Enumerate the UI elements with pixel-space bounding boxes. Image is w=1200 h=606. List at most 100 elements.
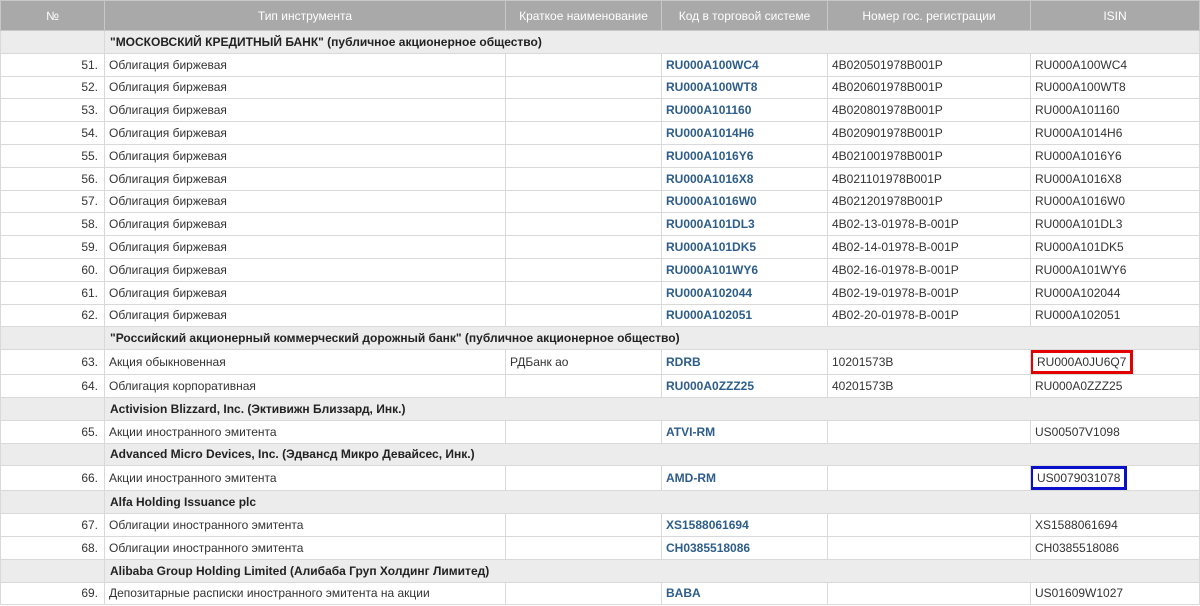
row-number: 62. <box>0 303 105 328</box>
table-row: 60. Облигация биржевая RU000A101WY6 4B02-16… <box>0 257 1200 282</box>
issuer-name: "Российский акционерный коммерческий дор… <box>104 326 1200 351</box>
trading-code-cell: RU000A1016X8 <box>661 166 828 191</box>
trading-code-link[interactable]: RDRB <box>666 355 701 369</box>
instrument-type: Облигации иностранного эмитента <box>104 535 506 560</box>
table-row: 64. Облигация корпоративная RU000A0ZZZ25 40… <box>0 374 1200 398</box>
trading-code-link[interactable]: RU000A1016Y6 <box>666 149 753 163</box>
row-number: 66. <box>0 465 105 492</box>
row-number: 59. <box>0 235 105 259</box>
trading-code-link[interactable]: RU000A100WC4 <box>666 58 759 72</box>
table-row: 68. Облигации иностранного эмитента CH0385… <box>0 535 1200 560</box>
trading-code-cell: RU000A101160 <box>661 98 828 123</box>
group-spacer-cell <box>0 558 105 583</box>
trading-code-link[interactable]: CH0385518086 <box>666 541 750 555</box>
instrument-type: Облигация биржевая <box>104 166 506 191</box>
isin-cell: RU000A0JU6Q7 <box>1030 349 1200 376</box>
trading-code-link[interactable]: RU000A1014H6 <box>666 126 754 140</box>
short-name <box>505 257 662 282</box>
column-header-num: № <box>0 0 105 31</box>
registration-number: 4B02-19-01978-B-001P <box>827 280 1031 305</box>
instrument-type: Облигация биржевая <box>104 143 506 168</box>
registration-number <box>827 581 1031 606</box>
short-name <box>505 75 662 100</box>
row-number: 53. <box>0 98 105 123</box>
trading-code-link[interactable]: BABA <box>666 586 701 600</box>
registration-number: 4B02-13-01978-B-001P <box>827 212 1031 237</box>
short-name <box>505 581 662 606</box>
isin-cell: US0079031078 <box>1030 465 1200 492</box>
trading-code-cell: RU000A101WY6 <box>661 257 828 282</box>
trading-code-link[interactable]: RU000A100WT8 <box>666 80 757 94</box>
trading-code-cell: RU000A100WT8 <box>661 75 828 100</box>
group-spacer-cell <box>0 490 105 515</box>
trading-code-cell: RU000A1014H6 <box>661 121 828 145</box>
short-name <box>505 189 662 214</box>
table-row: 57. Облигация биржевая RU000A1016W0 4B02120… <box>0 189 1200 214</box>
trading-code-link[interactable]: RU000A1016X8 <box>666 172 753 186</box>
table-row: 52. Облигация биржевая RU000A100WT8 4B02060… <box>0 75 1200 100</box>
table-header-row: № Тип инструмента Краткое наименование К… <box>0 0 1200 31</box>
row-number: 55. <box>0 143 105 168</box>
short-name <box>505 166 662 191</box>
isin-cell: RU000A1016W0 <box>1030 189 1200 214</box>
trading-code-link[interactable]: RU000A101WY6 <box>666 263 758 277</box>
trading-code-cell: XS1588061694 <box>661 513 828 537</box>
short-name <box>505 98 662 123</box>
instrument-type: Облигация биржевая <box>104 121 506 145</box>
isin-cell: RU000A101160 <box>1030 98 1200 123</box>
isin-cell: RU000A102051 <box>1030 303 1200 328</box>
instrument-type: Облигация биржевая <box>104 303 506 328</box>
issuer-group-row: Activision Blizzard, Inc. (Эктивижн Близ… <box>0 396 1200 421</box>
registration-number: 4B020901978B001P <box>827 121 1031 145</box>
table-body: "МОСКОВСКИЙ КРЕДИТНЫЙ БАНК" (публичное а… <box>0 30 1200 606</box>
trading-code-cell: CH0385518086 <box>661 535 828 560</box>
instrument-type: Облигация биржевая <box>104 52 506 77</box>
trading-code-link[interactable]: RU000A101DK5 <box>666 240 756 254</box>
trading-code-cell: RU000A1016W0 <box>661 189 828 214</box>
isin-cell: RU000A0ZZZ25 <box>1030 374 1200 398</box>
issuer-group-row: "Российский акционерный коммерческий дор… <box>0 326 1200 351</box>
table-row: 65. Акции иностранного эмитента ATVI-RM US0… <box>0 419 1200 444</box>
trading-code-link[interactable]: XS1588061694 <box>666 518 749 532</box>
isin-cell: RU000A101WY6 <box>1030 257 1200 282</box>
issuer-name: Advanced Micro Devices, Inc. (Эдвансд Ми… <box>104 442 1200 467</box>
trading-code-link[interactable]: RU000A1016W0 <box>666 194 757 208</box>
trading-code-link[interactable]: RU000A0ZZZ25 <box>666 379 754 393</box>
short-name <box>505 303 662 328</box>
isin-cell: RU000A1016X8 <box>1030 166 1200 191</box>
registration-number <box>827 465 1031 492</box>
issuer-group-row: Alfa Holding Issuance plc <box>0 490 1200 515</box>
registration-number: 4B020801978B001P <box>827 98 1031 123</box>
row-number: 54. <box>0 121 105 145</box>
row-number: 61. <box>0 280 105 305</box>
trading-code-link[interactable]: AMD-RM <box>666 471 716 485</box>
row-number: 52. <box>0 75 105 100</box>
trading-code-link[interactable]: RU000A101160 <box>666 103 751 117</box>
table-row: 62. Облигация биржевая RU000A102051 4B02-20… <box>0 303 1200 328</box>
row-number: 64. <box>0 374 105 398</box>
trading-code-cell: RU000A102044 <box>661 280 828 305</box>
column-header-reg: Номер гос. регистрации <box>827 0 1031 31</box>
row-number: 57. <box>0 189 105 214</box>
issuer-group-row: Alibaba Group Holding Limited (Алибаба Г… <box>0 558 1200 583</box>
isin-highlight-box: RU000A0JU6Q7 <box>1031 350 1134 374</box>
table-row: 59. Облигация биржевая RU000A101DK5 4B02-14… <box>0 235 1200 259</box>
isin-cell: US01609W1027 <box>1030 581 1200 606</box>
isin-cell: RU000A101DK5 <box>1030 235 1200 259</box>
trading-code-link[interactable]: ATVI-RM <box>666 425 715 439</box>
instrument-type: Облигация биржевая <box>104 189 506 214</box>
registration-number: 4B02-20-01978-B-001P <box>827 303 1031 328</box>
issuer-name: Alfa Holding Issuance plc <box>104 490 1200 515</box>
instrument-type: Акции иностранного эмитента <box>104 465 506 492</box>
isin-cell: RU000A100WT8 <box>1030 75 1200 100</box>
registration-number: 4B02-14-01978-B-001P <box>827 235 1031 259</box>
column-header-type: Тип инструмента <box>104 0 506 31</box>
trading-code-link[interactable]: RU000A101DL3 <box>666 217 755 231</box>
trading-code-link[interactable]: RU000A102051 <box>666 308 752 322</box>
trading-code-link[interactable]: RU000A102044 <box>666 286 752 300</box>
row-number: 51. <box>0 52 105 77</box>
group-spacer-cell <box>0 396 105 421</box>
issuer-group-row: Advanced Micro Devices, Inc. (Эдвансд Ми… <box>0 442 1200 467</box>
registration-number: 4B021101978B001P <box>827 166 1031 191</box>
instrument-type: Акция обыкновенная <box>104 349 506 376</box>
